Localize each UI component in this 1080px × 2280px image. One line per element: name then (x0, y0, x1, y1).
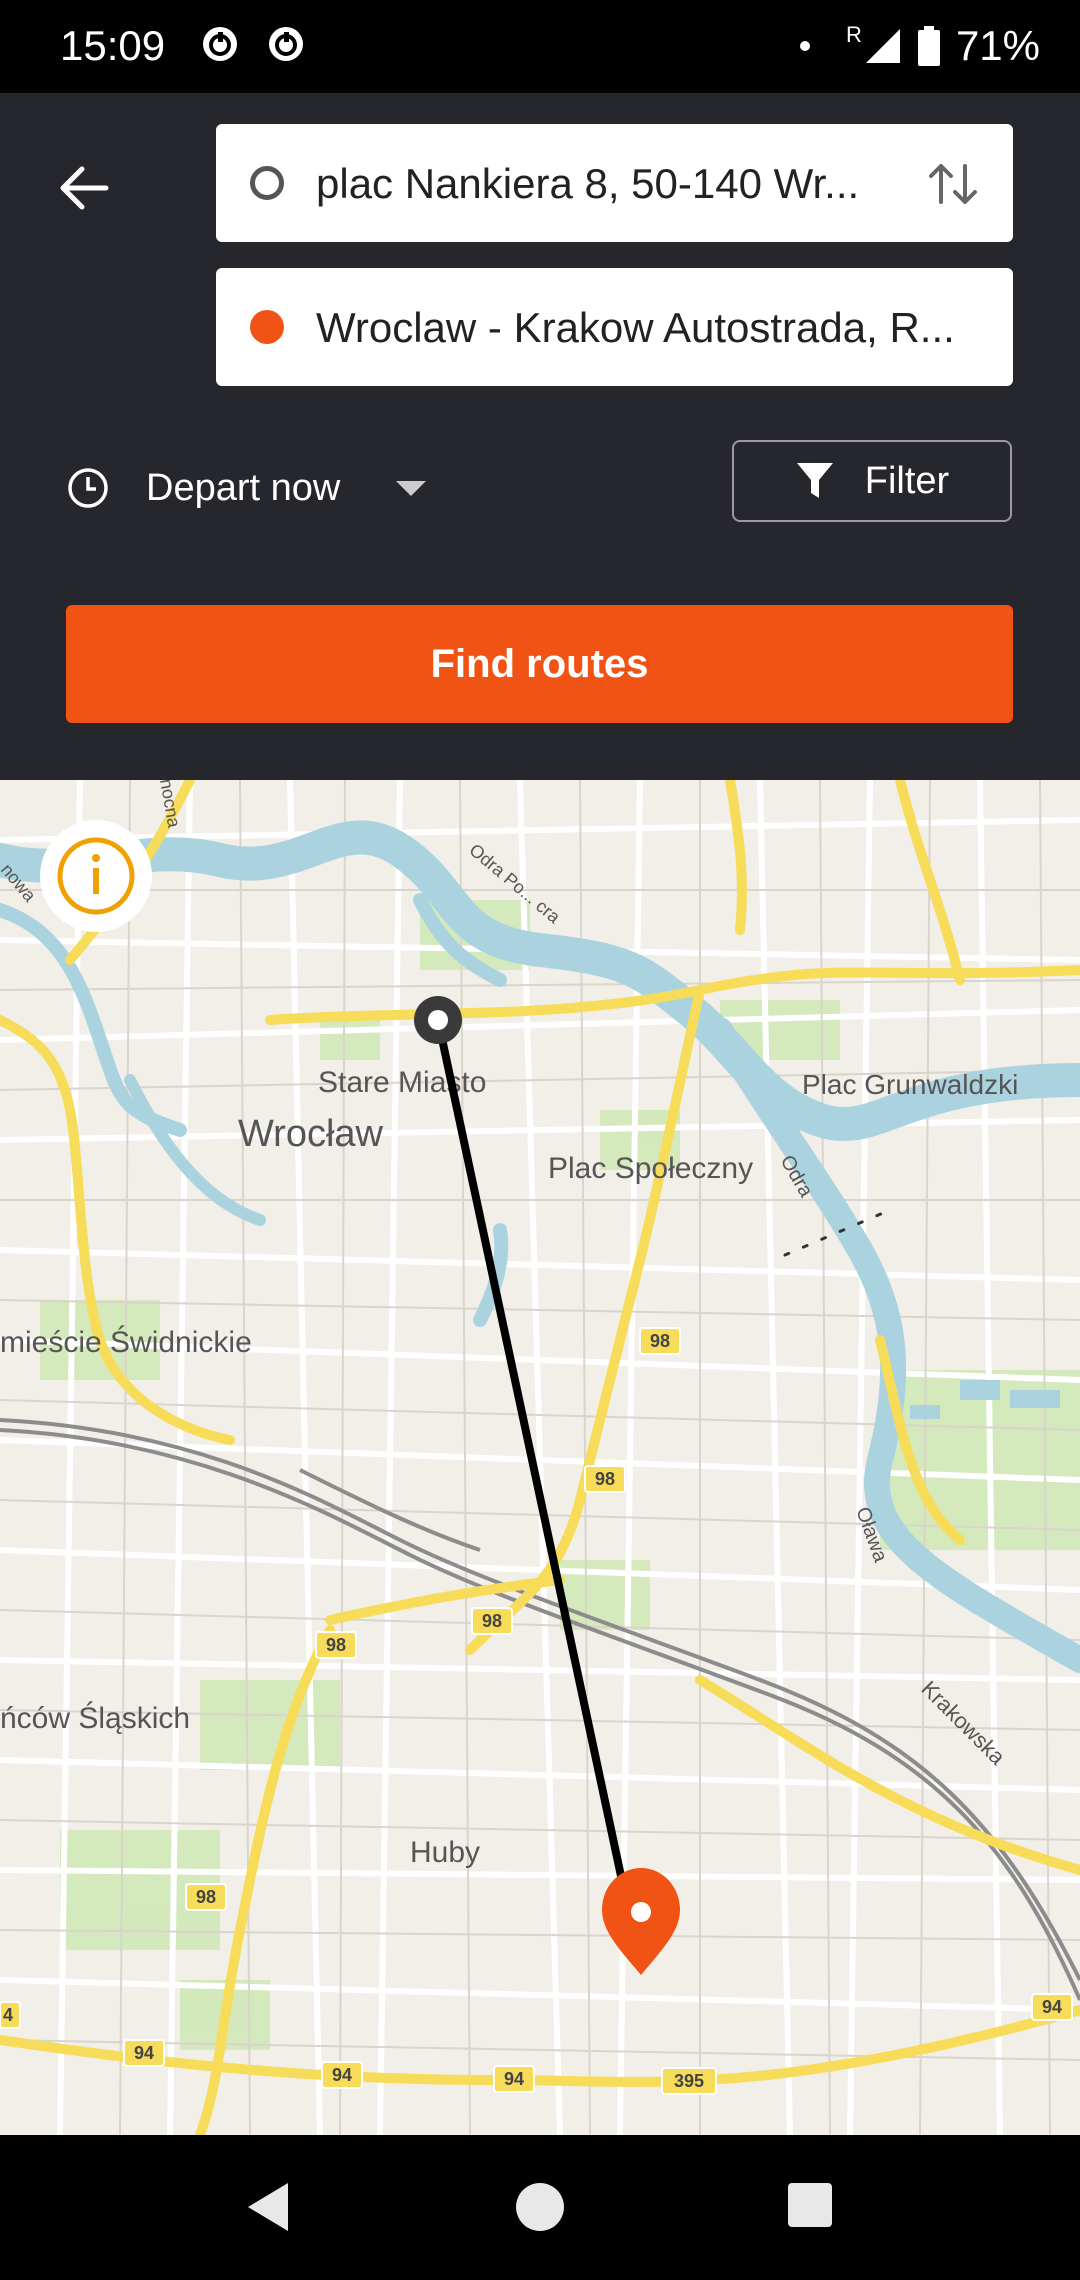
road-badge: 94 (493, 2065, 535, 2093)
svg-text:98: 98 (326, 1635, 346, 1655)
info-button[interactable] (40, 820, 152, 932)
battery-percent: 71% (955, 22, 1040, 69)
label-slaskich: ńców Śląskich (0, 1701, 190, 1735)
road-badge: 94 (1031, 1993, 1073, 2021)
label-nocna: nocna (156, 780, 184, 830)
destination-pin-icon[interactable] (602, 1868, 680, 1975)
route-search-panel: plac Nankiera 8, 50-140 Wr... Wroclaw - … (0, 93, 1080, 780)
home-nav-icon[interactable] (512, 2179, 568, 2235)
svg-text:94: 94 (504, 2069, 524, 2089)
origin-marker[interactable] (414, 996, 462, 1044)
filter-icon (796, 463, 833, 498)
svg-text:98: 98 (482, 1611, 502, 1631)
road-badge: 98 (185, 1883, 227, 1911)
road-badge: 94 (123, 2039, 165, 2067)
svg-text:98: 98 (196, 1887, 216, 1907)
battery-icon (917, 26, 940, 66)
origin-value: plac Nankiera 8, 50-140 Wr... (316, 160, 860, 207)
destination-value: Wroclaw - Krakow Autostrada, R... (316, 304, 955, 351)
road-badge: 98 (471, 1607, 513, 1635)
depart-label: Depart now (146, 466, 341, 509)
origin-circle-icon (250, 166, 284, 200)
svg-text:4: 4 (3, 2005, 13, 2025)
svg-text:94: 94 (134, 2043, 154, 2063)
signal-icon (865, 29, 900, 63)
arrow-left-icon[interactable] (50, 153, 120, 223)
info-icon (93, 868, 99, 894)
label-huby: Huby (410, 1836, 480, 1869)
swap-vertical-icon[interactable] (923, 154, 983, 214)
system-nav-bar (0, 2135, 1080, 2280)
find-routes-button[interactable]: Find routes (66, 605, 1013, 723)
recents-nav-icon[interactable] (784, 2179, 836, 2231)
depart-time-selector[interactable]: Depart now (66, 458, 428, 518)
status-bar: 15:09 R 71% (0, 0, 1080, 93)
app-notification-icon (203, 27, 237, 61)
road-badge: 94 (321, 2061, 363, 2089)
label-przedmiescie: mieście Świdnickie (0, 1325, 252, 1359)
map-view[interactable]: 98 98 98 98 98 94 94 94 94 395 4 Stare M… (0, 780, 1080, 2135)
svg-text:94: 94 (1042, 1997, 1062, 2017)
clock-icon (68, 468, 108, 508)
label-stare-miasto: Stare Miasto (318, 1066, 486, 1099)
destination-dot-icon (250, 310, 284, 344)
road-badge: 98 (584, 1465, 626, 1493)
destination-input[interactable]: Wroclaw - Krakow Autostrada, R... (216, 268, 1013, 386)
map-canvas[interactable]: 98 98 98 98 98 94 94 94 94 395 4 Stare M… (0, 780, 1080, 2135)
svg-text:94: 94 (332, 2065, 352, 2085)
svg-text:395: 395 (674, 2071, 704, 2091)
label-plac-spoleczny: Plac Społeczny (548, 1152, 753, 1185)
label-plac-grunwaldzki: Plac Grunwaldzki (802, 1069, 1018, 1100)
notification-dot-icon (800, 41, 811, 51)
chevron-down-icon (396, 481, 427, 496)
status-time: 15:09 (60, 22, 166, 69)
road-badge: 395 (661, 2067, 717, 2095)
road-badge: 4 (0, 2001, 21, 2029)
label-wroclaw: Wrocław (238, 1113, 384, 1155)
road-badge: 98 (315, 1631, 357, 1659)
app-notification-icon (269, 27, 303, 61)
back-nav-icon[interactable] (240, 2179, 300, 2235)
origin-input[interactable]: plac Nankiera 8, 50-140 Wr... (216, 124, 1013, 242)
filter-label: Filter (864, 459, 950, 502)
filter-button[interactable]: Filter (732, 440, 1012, 522)
roaming-indicator: R (846, 22, 862, 47)
svg-text:98: 98 (650, 1331, 670, 1351)
svg-text:98: 98 (595, 1469, 615, 1489)
road-badge: 98 (639, 1327, 681, 1355)
